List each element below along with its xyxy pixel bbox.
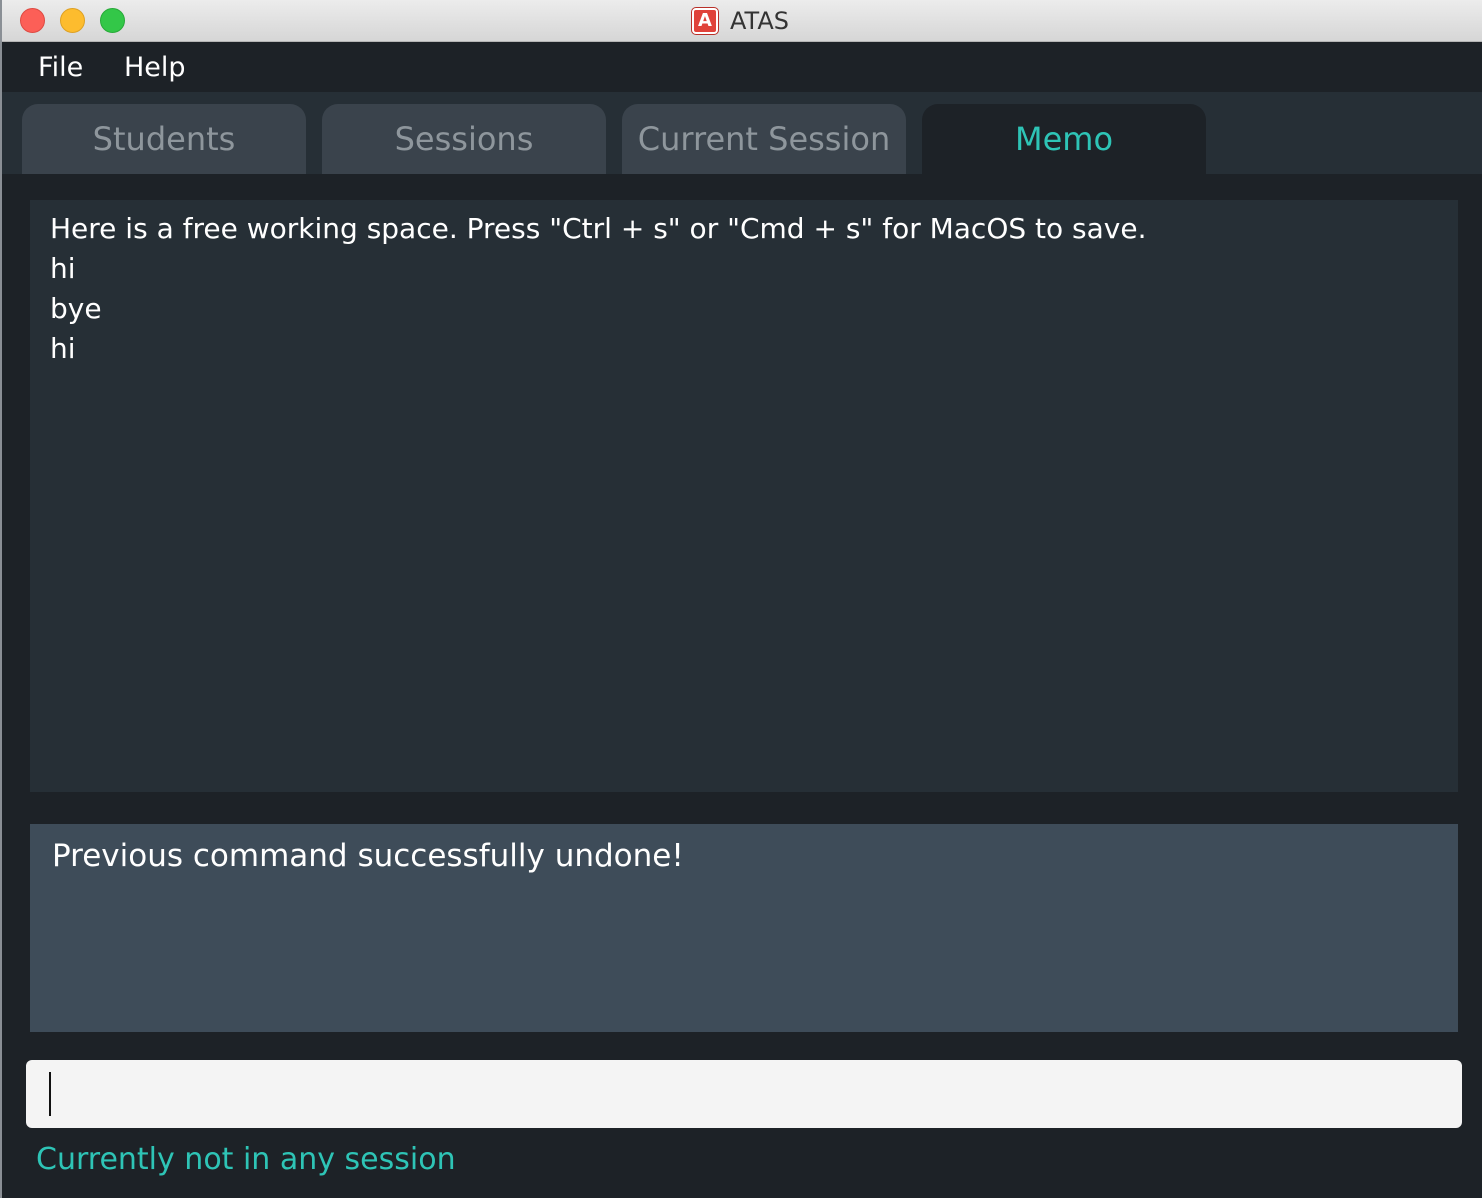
title-bar: A ATAS — [2, 0, 1482, 42]
app-window: A ATAS File Help Students Sessions Curre… — [0, 0, 1482, 1198]
tab-sessions[interactable]: Sessions — [322, 104, 606, 174]
menu-file[interactable]: File — [38, 52, 83, 84]
menu-bar: File Help — [2, 42, 1482, 92]
app-icon: A — [692, 8, 718, 34]
maximize-window-button[interactable] — [100, 8, 125, 33]
result-display: Previous command successfully undone! — [30, 824, 1458, 1032]
result-message: Previous command successfully undone! — [52, 838, 684, 874]
tab-memo[interactable]: Memo — [922, 104, 1206, 174]
tab-students[interactable]: Students — [22, 104, 306, 174]
command-box[interactable] — [26, 1060, 1462, 1128]
memo-text-area[interactable]: Here is a free working space. Press "Ctr… — [30, 200, 1458, 792]
session-status: Currently not in any session — [36, 1142, 456, 1177]
tab-bar: Students Sessions Current Session Memo — [2, 92, 1482, 174]
menu-help[interactable]: Help — [124, 52, 186, 84]
tab-current-session[interactable]: Current Session — [622, 104, 906, 174]
minimize-window-button[interactable] — [60, 8, 85, 33]
text-caret — [49, 1072, 51, 1116]
window-title: ATAS — [730, 7, 790, 35]
close-window-button[interactable] — [20, 8, 45, 33]
